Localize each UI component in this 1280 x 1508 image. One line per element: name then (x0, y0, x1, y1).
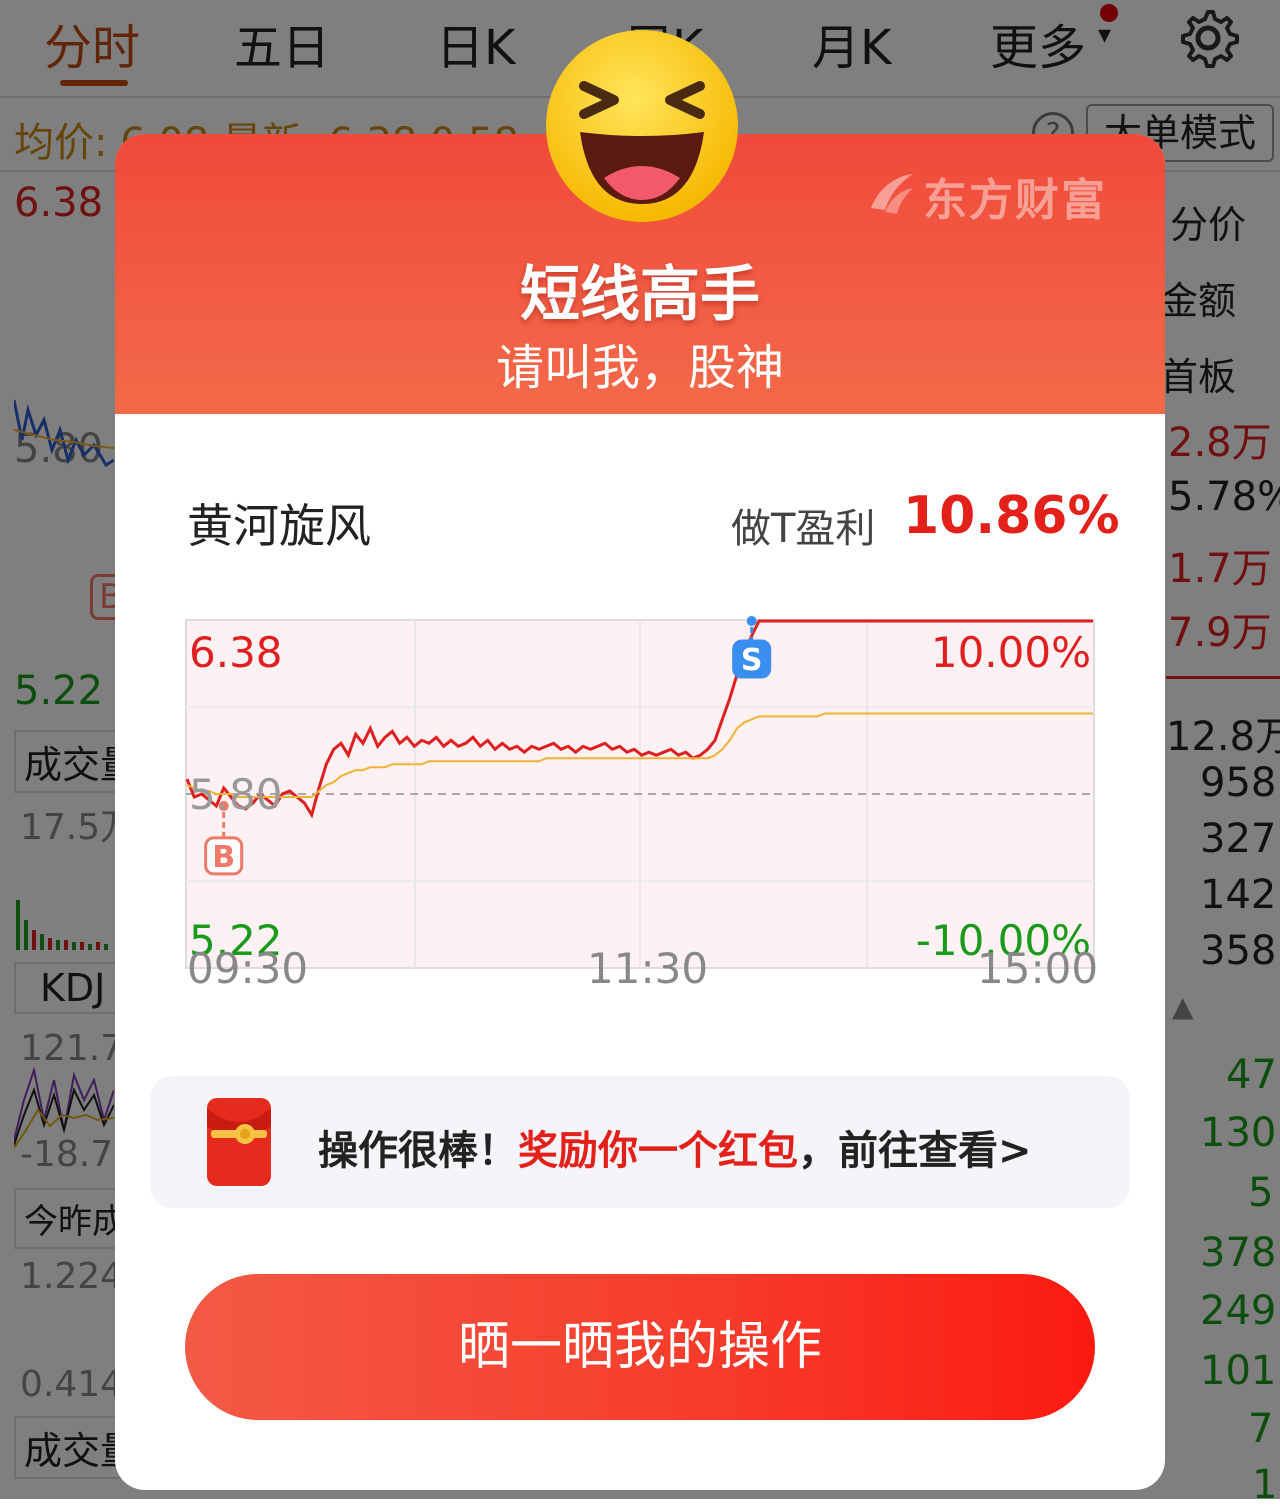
red-envelope-icon (207, 1098, 271, 1186)
brand-text: 东方财富 (923, 175, 1107, 226)
red-envelope-reward-banner[interactable]: 操作很棒！奖励你一个红包，前往查看> (150, 1076, 1130, 1208)
stock-name: 黄河旋风 (187, 499, 371, 553)
svg-text:S: S (741, 643, 763, 678)
time-label-midday: 11:30 (587, 944, 709, 993)
reward-text: 操作很棒！奖励你一个红包，前往查看> (318, 1118, 1032, 1176)
laughing-emoji-icon (546, 30, 738, 222)
achievement-dialog: 东方财富 短线高手 请叫我，股神 黄河旋风 做T盈利 10.86% B S 6.3… (115, 134, 1165, 1490)
reward-prefix: 操作很棒！ (318, 1128, 518, 1174)
time-label-open: 09:30 (187, 944, 309, 993)
dialog-subtitle: 请叫我，股神 (495, 340, 784, 396)
chart-price-base: 5.80 (189, 770, 283, 819)
svg-text:B: B (212, 840, 235, 875)
time-label-close: 15:00 (977, 944, 1099, 993)
dialog-title: 短线高手 (520, 260, 760, 330)
intraday-chart: BS 6.38 5.80 5.22 10.00% -10.00% (185, 616, 1095, 969)
brand-logo-icon (871, 174, 913, 214)
profit-label: 做T盈利 (731, 506, 876, 552)
chart-pct-high: 10.00% (931, 628, 1091, 677)
profit-value: 10.86% (903, 486, 1120, 546)
reward-link[interactable]: ，前往查看> (798, 1128, 1032, 1174)
share-operation-button[interactable]: 晒一晒我的操作 (185, 1274, 1095, 1420)
chart-price-high: 6.38 (189, 628, 283, 677)
reward-highlight: 奖励你一个红包 (518, 1128, 798, 1174)
